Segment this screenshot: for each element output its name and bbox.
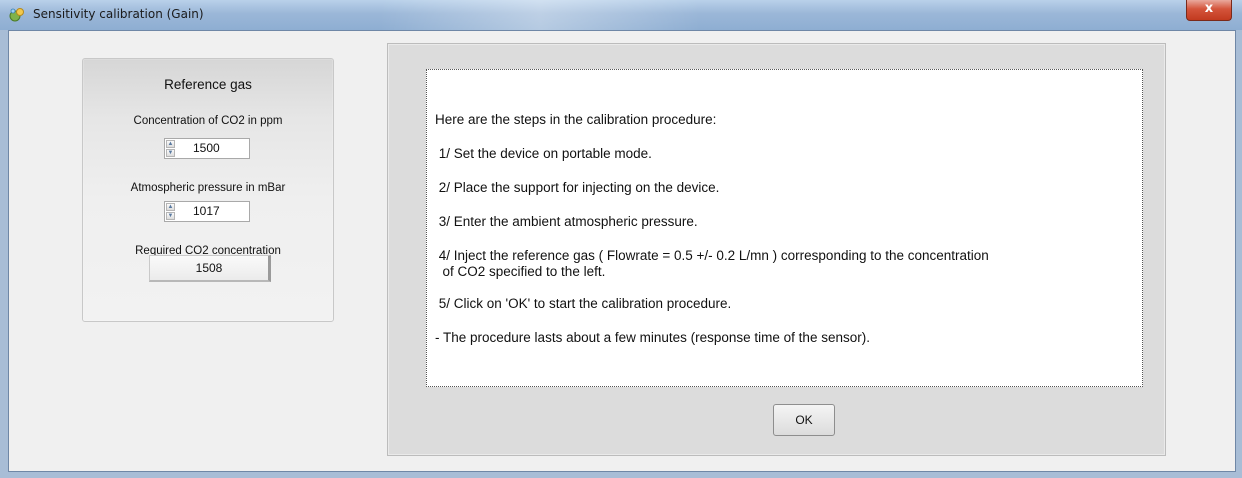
instruction-step-4-line-2: of CO2 specified to the left. bbox=[435, 264, 606, 279]
instructions-text-box: Here are the steps in the calibration pr… bbox=[426, 69, 1143, 387]
co2-spin-buttons: ▲ ▼ bbox=[166, 140, 176, 157]
co2-spin-down-button[interactable]: ▼ bbox=[166, 149, 175, 157]
atmospheric-pressure-spinner[interactable]: ▲ ▼ 1017 bbox=[164, 201, 250, 222]
title-bar[interactable]: Sensitivity calibration (Gain) x bbox=[0, 0, 1242, 30]
co2-spin-up-button[interactable]: ▲ bbox=[166, 140, 175, 148]
atmospheric-pressure-label: Atmospheric pressure in mBar bbox=[130, 182, 286, 194]
co2-concentration-value[interactable]: 1500 bbox=[193, 141, 220, 155]
pressure-spin-up-button[interactable]: ▲ bbox=[166, 203, 175, 211]
window-title: Sensitivity calibration (Gain) bbox=[33, 7, 204, 21]
instruction-note: - The procedure lasts about a few minute… bbox=[435, 330, 870, 345]
calibration-window: Sensitivity calibration (Gain) x Referen… bbox=[0, 0, 1242, 478]
instruction-step-1: 1/ Set the device on portable mode. bbox=[435, 146, 652, 161]
atmospheric-pressure-value[interactable]: 1017 bbox=[193, 204, 220, 218]
required-co2-value: 1508 bbox=[149, 255, 271, 282]
co2-concentration-label: Concentration of CO2 in ppm bbox=[133, 115, 283, 127]
instruction-step-5: 5/ Click on 'OK' to start the calibratio… bbox=[435, 296, 732, 311]
app-icon bbox=[9, 8, 24, 22]
instruction-step-4-line-1: 4/ Inject the reference gas ( Flowrate =… bbox=[435, 248, 989, 263]
instructions-intro: Here are the steps in the calibration pr… bbox=[435, 112, 717, 127]
close-button[interactable]: x bbox=[1186, 0, 1232, 21]
pressure-spin-buttons: ▲ ▼ bbox=[166, 203, 176, 220]
reference-gas-title: Reference gas bbox=[164, 77, 252, 92]
pressure-spin-down-button[interactable]: ▼ bbox=[166, 212, 175, 220]
instruction-step-2: 2/ Place the support for injecting on th… bbox=[435, 180, 720, 195]
ok-button[interactable]: OK bbox=[773, 404, 835, 436]
dialog-client-area: Reference gas Concentration of CO2 in pp… bbox=[8, 30, 1236, 472]
reference-gas-panel: Reference gas Concentration of CO2 in pp… bbox=[82, 58, 334, 322]
instructions-panel: Here are the steps in the calibration pr… bbox=[387, 43, 1166, 456]
co2-concentration-spinner[interactable]: ▲ ▼ 1500 bbox=[164, 138, 250, 159]
title-bar-glow bbox=[380, 0, 700, 30]
instruction-step-3: 3/ Enter the ambient atmospheric pressur… bbox=[435, 214, 698, 229]
